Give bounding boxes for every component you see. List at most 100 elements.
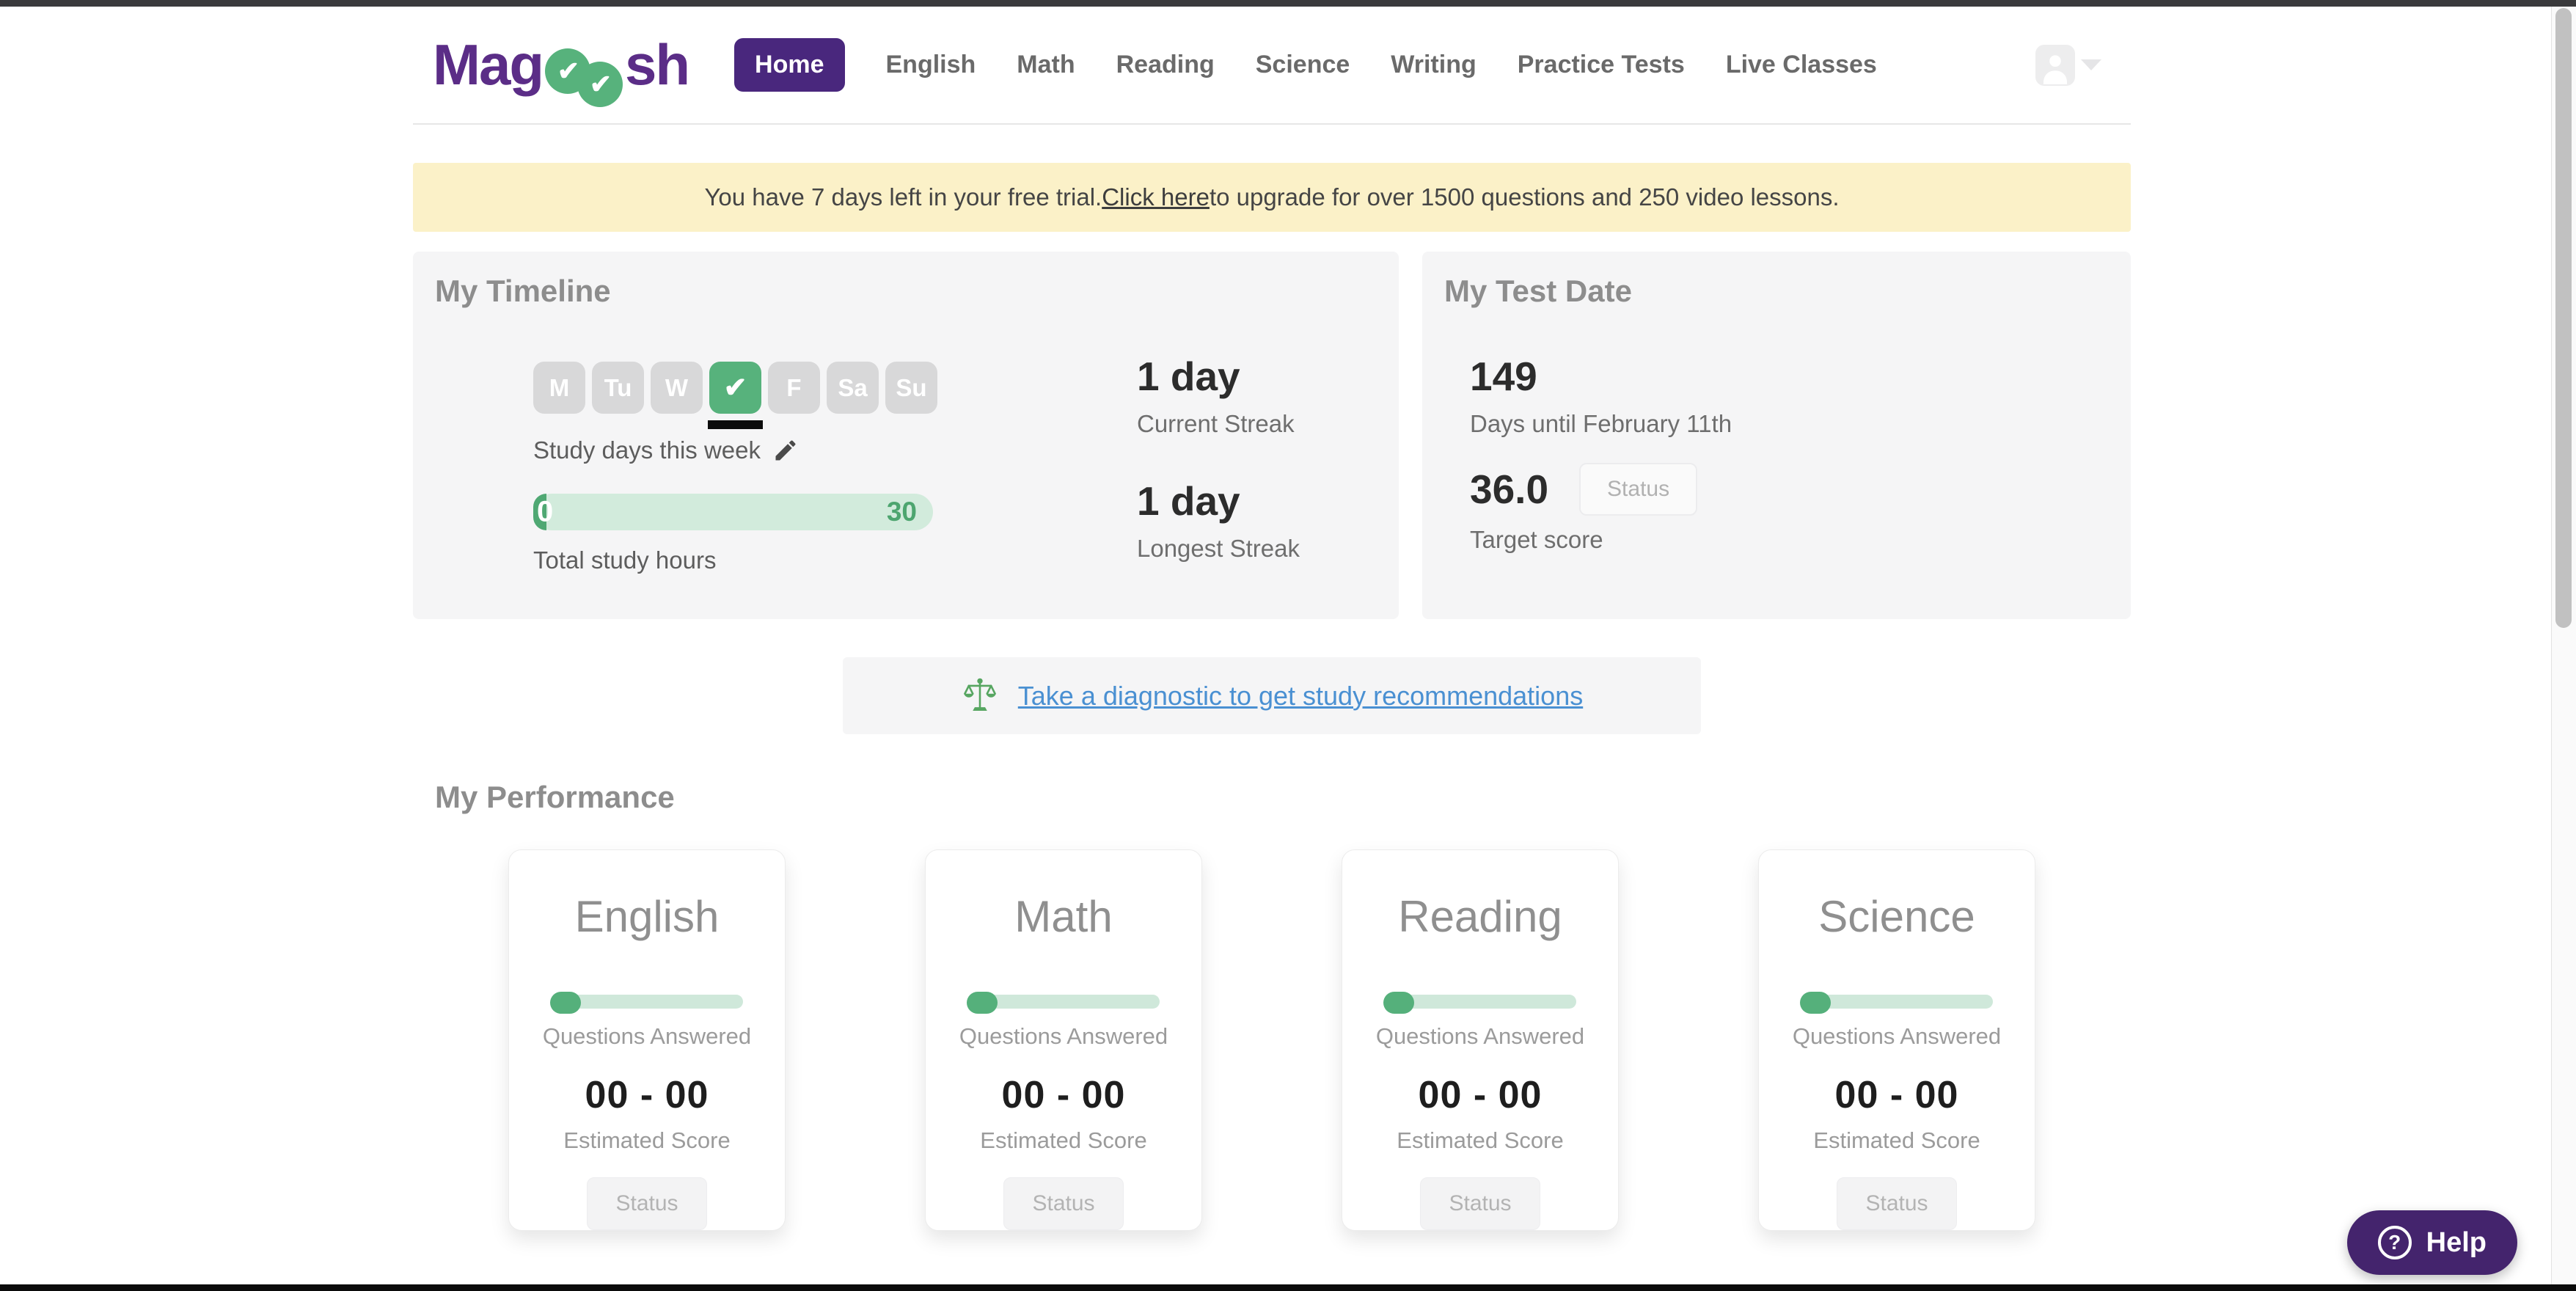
study-day-checked[interactable]: ✔ [708, 362, 763, 429]
nav-link-writing[interactable]: Writing [1391, 51, 1476, 79]
study-hours-total: 30 [886, 497, 917, 527]
study-day-m[interactable]: M [533, 362, 585, 414]
estimated-score-value: 00 - 00 [585, 1074, 709, 1116]
scrollbar-thumb[interactable] [2555, 8, 2572, 628]
check-glyph: ✔ [557, 55, 579, 86]
estimated-score-label: Estimated Score [1813, 1127, 1980, 1153]
progress-dot [1383, 992, 1414, 1014]
target-score-row: 36.0 Status [1470, 463, 1698, 516]
questions-answered-label: Questions Answered [1375, 1023, 1585, 1049]
scale-icon [963, 678, 996, 711]
nav-link-math[interactable]: Math [1017, 51, 1075, 79]
questions-answered-label: Questions Answered [959, 1023, 1168, 1049]
logo-double-check-icon: ✔ ✔ [545, 43, 623, 107]
progress-dot [550, 992, 581, 1014]
my-test-date-panel: My Test Date 149 Days until February 11t… [1422, 252, 2131, 619]
study-hours-progressbar: 0 30 [533, 494, 933, 530]
performance-card-science: Science Questions Answered 00 - 00 Estim… [1758, 849, 2035, 1231]
question-circle-icon: ? [2377, 1226, 2412, 1259]
questions-answered-progressbar [967, 992, 1160, 1014]
progress-dot [967, 992, 998, 1014]
target-score: 36.0 Status Target score [1470, 463, 1698, 554]
question-glyph: ? [2388, 1231, 2401, 1254]
study-days-label: Study days this week [533, 436, 761, 464]
help-button-label: Help [2426, 1226, 2487, 1258]
target-score-label: Target score [1470, 526, 1603, 553]
trial-banner-text-after: to upgrade for over 1500 questions and 2… [1209, 183, 1840, 211]
vertical-scrollbar[interactable] [2551, 7, 2576, 1284]
target-score-value: 36.0 [1470, 467, 1549, 512]
estimated-score-value: 00 - 00 [1834, 1074, 1959, 1116]
edit-study-days-button[interactable] [772, 437, 799, 464]
progress-dot [1800, 992, 1831, 1014]
take-diagnostic-link[interactable]: Take a diagnostic to get study recommend… [1018, 681, 1583, 712]
nav-link-live-classes[interactable]: Live Classes [1726, 51, 1877, 79]
study-day-tu[interactable]: Tu [592, 362, 644, 414]
study-week: M Tu W ✔ F Sa Su [533, 362, 937, 429]
nav-link-practice-tests[interactable]: Practice Tests [1518, 51, 1685, 79]
current-streak-label: Current Streak [1137, 410, 1295, 437]
check-circle-icon: ✔ [545, 48, 590, 94]
avatar [2035, 44, 2075, 86]
logo-text-suffix: sh [625, 32, 690, 97]
card-subject: Science [1818, 892, 1975, 941]
questions-answered-progressbar [550, 992, 743, 1014]
days-until-label: Days until February 11th [1470, 410, 1732, 437]
study-hours-label: Total study hours [533, 546, 717, 574]
nav-link-reading[interactable]: Reading [1116, 51, 1215, 79]
navbar-inner: Mag ✔ ✔ sh Home English Math Reading Sci… [413, 7, 2131, 123]
longest-streak-value: 1 day [1137, 478, 1240, 524]
days-until-value: 149 [1470, 354, 1537, 399]
logo-text-prefix: Mag [433, 32, 544, 97]
performance-card-math: Math Questions Answered 00 - 00 Estimate… [925, 849, 1202, 1231]
card-status-button[interactable]: Status [587, 1177, 707, 1230]
nav-link-english[interactable]: English [886, 51, 976, 79]
performance-cards: English Questions Answered 00 - 00 Estim… [413, 849, 2131, 1231]
study-day-f[interactable]: F [768, 362, 820, 414]
questions-answered-progressbar [1800, 992, 1993, 1014]
study-hours-current: 0 [537, 495, 554, 528]
performance-card-english: English Questions Answered 00 - 00 Estim… [508, 849, 786, 1231]
card-subject: Reading [1398, 892, 1562, 941]
summary-panels: My Timeline M Tu W ✔ F Sa Su Study days … [413, 252, 2131, 619]
estimated-score-value: 00 - 00 [1418, 1074, 1543, 1116]
card-status-button[interactable]: Status [1003, 1177, 1124, 1230]
check-glyph: ✔ [589, 68, 612, 99]
study-day-sa[interactable]: Sa [827, 362, 879, 414]
pencil-icon [775, 440, 796, 461]
timeline-title: My Timeline [435, 274, 611, 308]
questions-answered-label: Questions Answered [542, 1023, 752, 1049]
days-until-test: 149 Days until February 11th [1470, 353, 1732, 438]
my-timeline-panel: My Timeline M Tu W ✔ F Sa Su Study days … [413, 252, 1399, 619]
help-button[interactable]: ? Help [2346, 1210, 2517, 1275]
person-icon [2043, 54, 2068, 84]
nav-link-science[interactable]: Science [1256, 51, 1350, 79]
diagnostic-banner: Take a diagnostic to get study recommend… [843, 657, 1701, 734]
longest-streak-label: Longest Streak [1137, 535, 1300, 562]
estimated-score-label: Estimated Score [980, 1127, 1147, 1153]
trial-upgrade-link[interactable]: Click here [1102, 183, 1210, 211]
longest-streak: 1 day Longest Streak [1137, 478, 1300, 563]
target-score-status-button[interactable]: Status [1579, 463, 1698, 516]
performance-title: My Performance [435, 780, 675, 814]
card-status-button[interactable]: Status [1837, 1177, 1957, 1230]
study-days-label-row: Study days this week [533, 436, 799, 464]
estimated-score-label: Estimated Score [563, 1127, 731, 1153]
test-date-title: My Test Date [1444, 274, 1632, 308]
main-content: You have 7 days left in your free trial.… [413, 125, 2131, 1231]
current-streak: 1 day Current Streak [1137, 353, 1300, 438]
card-subject: Math [1014, 892, 1113, 941]
main-nav: Home English Math Reading Science Writin… [734, 38, 1877, 92]
study-day-w[interactable]: W [651, 362, 703, 414]
study-day-su[interactable]: Su [885, 362, 937, 414]
estimated-score-label: Estimated Score [1397, 1127, 1564, 1153]
card-status-button[interactable]: Status [1420, 1177, 1540, 1230]
nav-link-home[interactable]: Home [734, 38, 845, 92]
chevron-down-icon [2081, 59, 2101, 70]
account-menu-button[interactable] [2035, 44, 2101, 86]
window-top-edge [0, 0, 2576, 7]
trial-banner-text-before: You have 7 days left in your free trial. [704, 183, 1102, 211]
navbar: Mag ✔ ✔ sh Home English Math Reading Sci… [0, 7, 2551, 123]
streaks: 1 day Current Streak 1 day Longest Strea… [1137, 353, 1300, 563]
magoosh-logo[interactable]: Mag ✔ ✔ sh [433, 32, 690, 107]
